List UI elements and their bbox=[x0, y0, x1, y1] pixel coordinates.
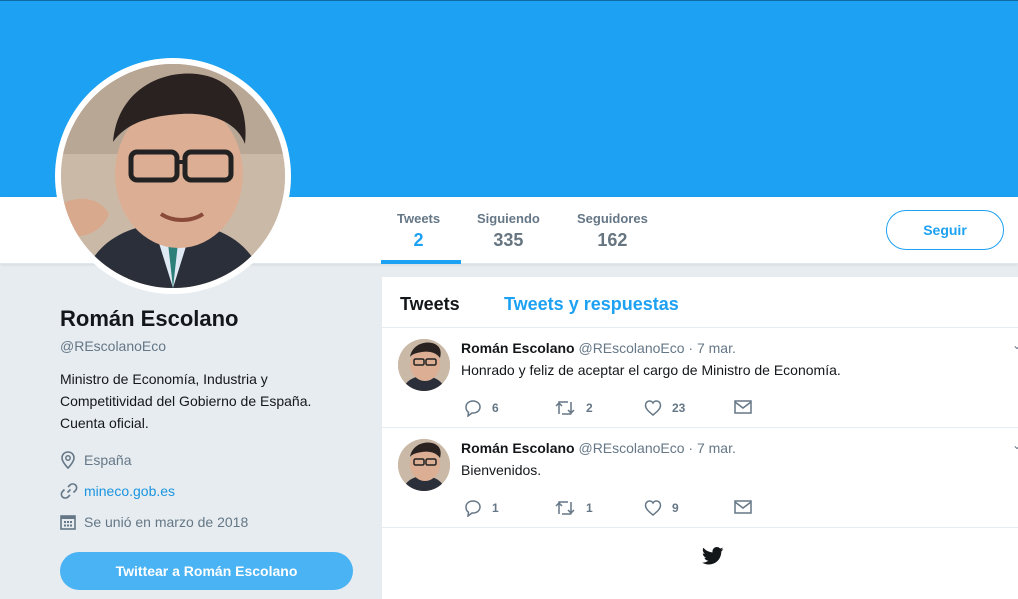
profile-name: Román Escolano bbox=[60, 306, 239, 331]
reply-count: 6 bbox=[492, 401, 499, 415]
tweet-author-name[interactable]: Román Escolano bbox=[461, 440, 575, 456]
stat-tweets-label: Tweets bbox=[397, 211, 441, 226]
chevron-down-icon[interactable]: ⌄ bbox=[1012, 438, 1018, 452]
direct-message-action[interactable] bbox=[734, 499, 762, 515]
tweet-item[interactable]: Román Escolano @REscolanoEco · 7 mar. ⌄ … bbox=[382, 328, 1018, 428]
profile-bio: Ministro de Economía, Industria y Compet… bbox=[60, 371, 312, 431]
tab-tweets[interactable]: Tweets bbox=[400, 294, 460, 315]
stat-following[interactable]: Siguiendo 335 bbox=[477, 211, 540, 251]
calendar-icon bbox=[60, 514, 80, 530]
tweet-timestamp[interactable]: · 7 mar. bbox=[688, 340, 735, 356]
location-pin-icon bbox=[60, 451, 80, 469]
reply-action[interactable]: 6 bbox=[464, 399, 499, 417]
website-link[interactable]: mineco.gob.es bbox=[84, 483, 175, 499]
stat-following-label: Siguiendo bbox=[477, 211, 540, 226]
like-action[interactable]: 9 bbox=[644, 499, 679, 517]
reply-icon bbox=[465, 500, 481, 517]
reply-count: 1 bbox=[492, 501, 499, 515]
direct-message-action[interactable] bbox=[734, 399, 762, 415]
follow-button[interactable]: Seguir bbox=[886, 210, 1004, 250]
twitter-bird-icon bbox=[702, 547, 724, 570]
heart-icon bbox=[644, 500, 662, 516]
stat-tweets-value: 2 bbox=[413, 230, 424, 250]
envelope-icon bbox=[734, 400, 752, 414]
tweet-author-name[interactable]: Román Escolano bbox=[461, 340, 575, 356]
joined-text: Se unió en marzo de 2018 bbox=[84, 514, 249, 530]
profile-location: España bbox=[60, 450, 360, 470]
like-count: 23 bbox=[672, 401, 686, 415]
tab-tweets-and-replies[interactable]: Tweets y respuestas bbox=[504, 294, 679, 315]
stat-followers[interactable]: Seguidores 162 bbox=[577, 211, 648, 251]
like-action[interactable]: 23 bbox=[644, 399, 685, 417]
tweet-timestamp[interactable]: · 7 mar. bbox=[688, 440, 735, 456]
profile-sidebar: Román Escolano @REscolanoEco Ministro de… bbox=[60, 306, 360, 532]
tweet-avatar[interactable] bbox=[398, 339, 450, 391]
profile-avatar[interactable] bbox=[55, 58, 291, 294]
active-stat-indicator bbox=[381, 260, 461, 264]
retweet-icon bbox=[555, 401, 575, 415]
tweet-header: Román Escolano @REscolanoEco · 7 mar. bbox=[461, 440, 736, 456]
tweet-avatar[interactable] bbox=[398, 439, 450, 491]
timeline-tabs: Tweets Tweets y respuestas bbox=[382, 277, 1018, 328]
heart-icon bbox=[644, 400, 662, 416]
envelope-icon bbox=[734, 500, 752, 514]
link-icon bbox=[60, 482, 80, 500]
tweet-author-handle[interactable]: @REscolanoEco bbox=[578, 440, 684, 456]
location-text: España bbox=[84, 452, 132, 468]
timeline: Tweets Tweets y respuestas Román Escolan… bbox=[382, 277, 1018, 599]
profile-handle[interactable]: @REscolanoEco bbox=[60, 338, 360, 354]
retweet-icon bbox=[555, 501, 575, 515]
reply-icon bbox=[465, 400, 481, 417]
retweet-action[interactable]: 2 bbox=[554, 399, 593, 417]
tweet-text: Honrado y feliz de aceptar el cargo de M… bbox=[461, 362, 841, 378]
profile-website: mineco.gob.es bbox=[60, 481, 360, 501]
stat-followers-value: 162 bbox=[597, 230, 628, 250]
stat-tweets[interactable]: Tweets 2 bbox=[397, 211, 440, 251]
stat-followers-label: Seguidores bbox=[577, 211, 648, 226]
tweet-text: Bienvenidos. bbox=[461, 462, 542, 478]
tweet-author-handle[interactable]: @REscolanoEco bbox=[578, 340, 684, 356]
retweet-action[interactable]: 1 bbox=[554, 499, 593, 517]
reply-action[interactable]: 1 bbox=[464, 499, 499, 517]
stat-following-value: 335 bbox=[493, 230, 524, 250]
tweet-to-button[interactable]: Twittear a Román Escolano bbox=[60, 552, 353, 590]
like-count: 9 bbox=[672, 501, 679, 515]
tweet-header: Román Escolano @REscolanoEco · 7 mar. bbox=[461, 340, 736, 356]
chevron-down-icon[interactable]: ⌄ bbox=[1012, 338, 1018, 352]
profile-joined: Se unió en marzo de 2018 bbox=[60, 512, 360, 532]
retweet-count: 1 bbox=[586, 501, 593, 515]
tweet-item[interactable]: Román Escolano @REscolanoEco · 7 mar. ⌄ … bbox=[382, 428, 1018, 528]
retweet-count: 2 bbox=[586, 401, 593, 415]
